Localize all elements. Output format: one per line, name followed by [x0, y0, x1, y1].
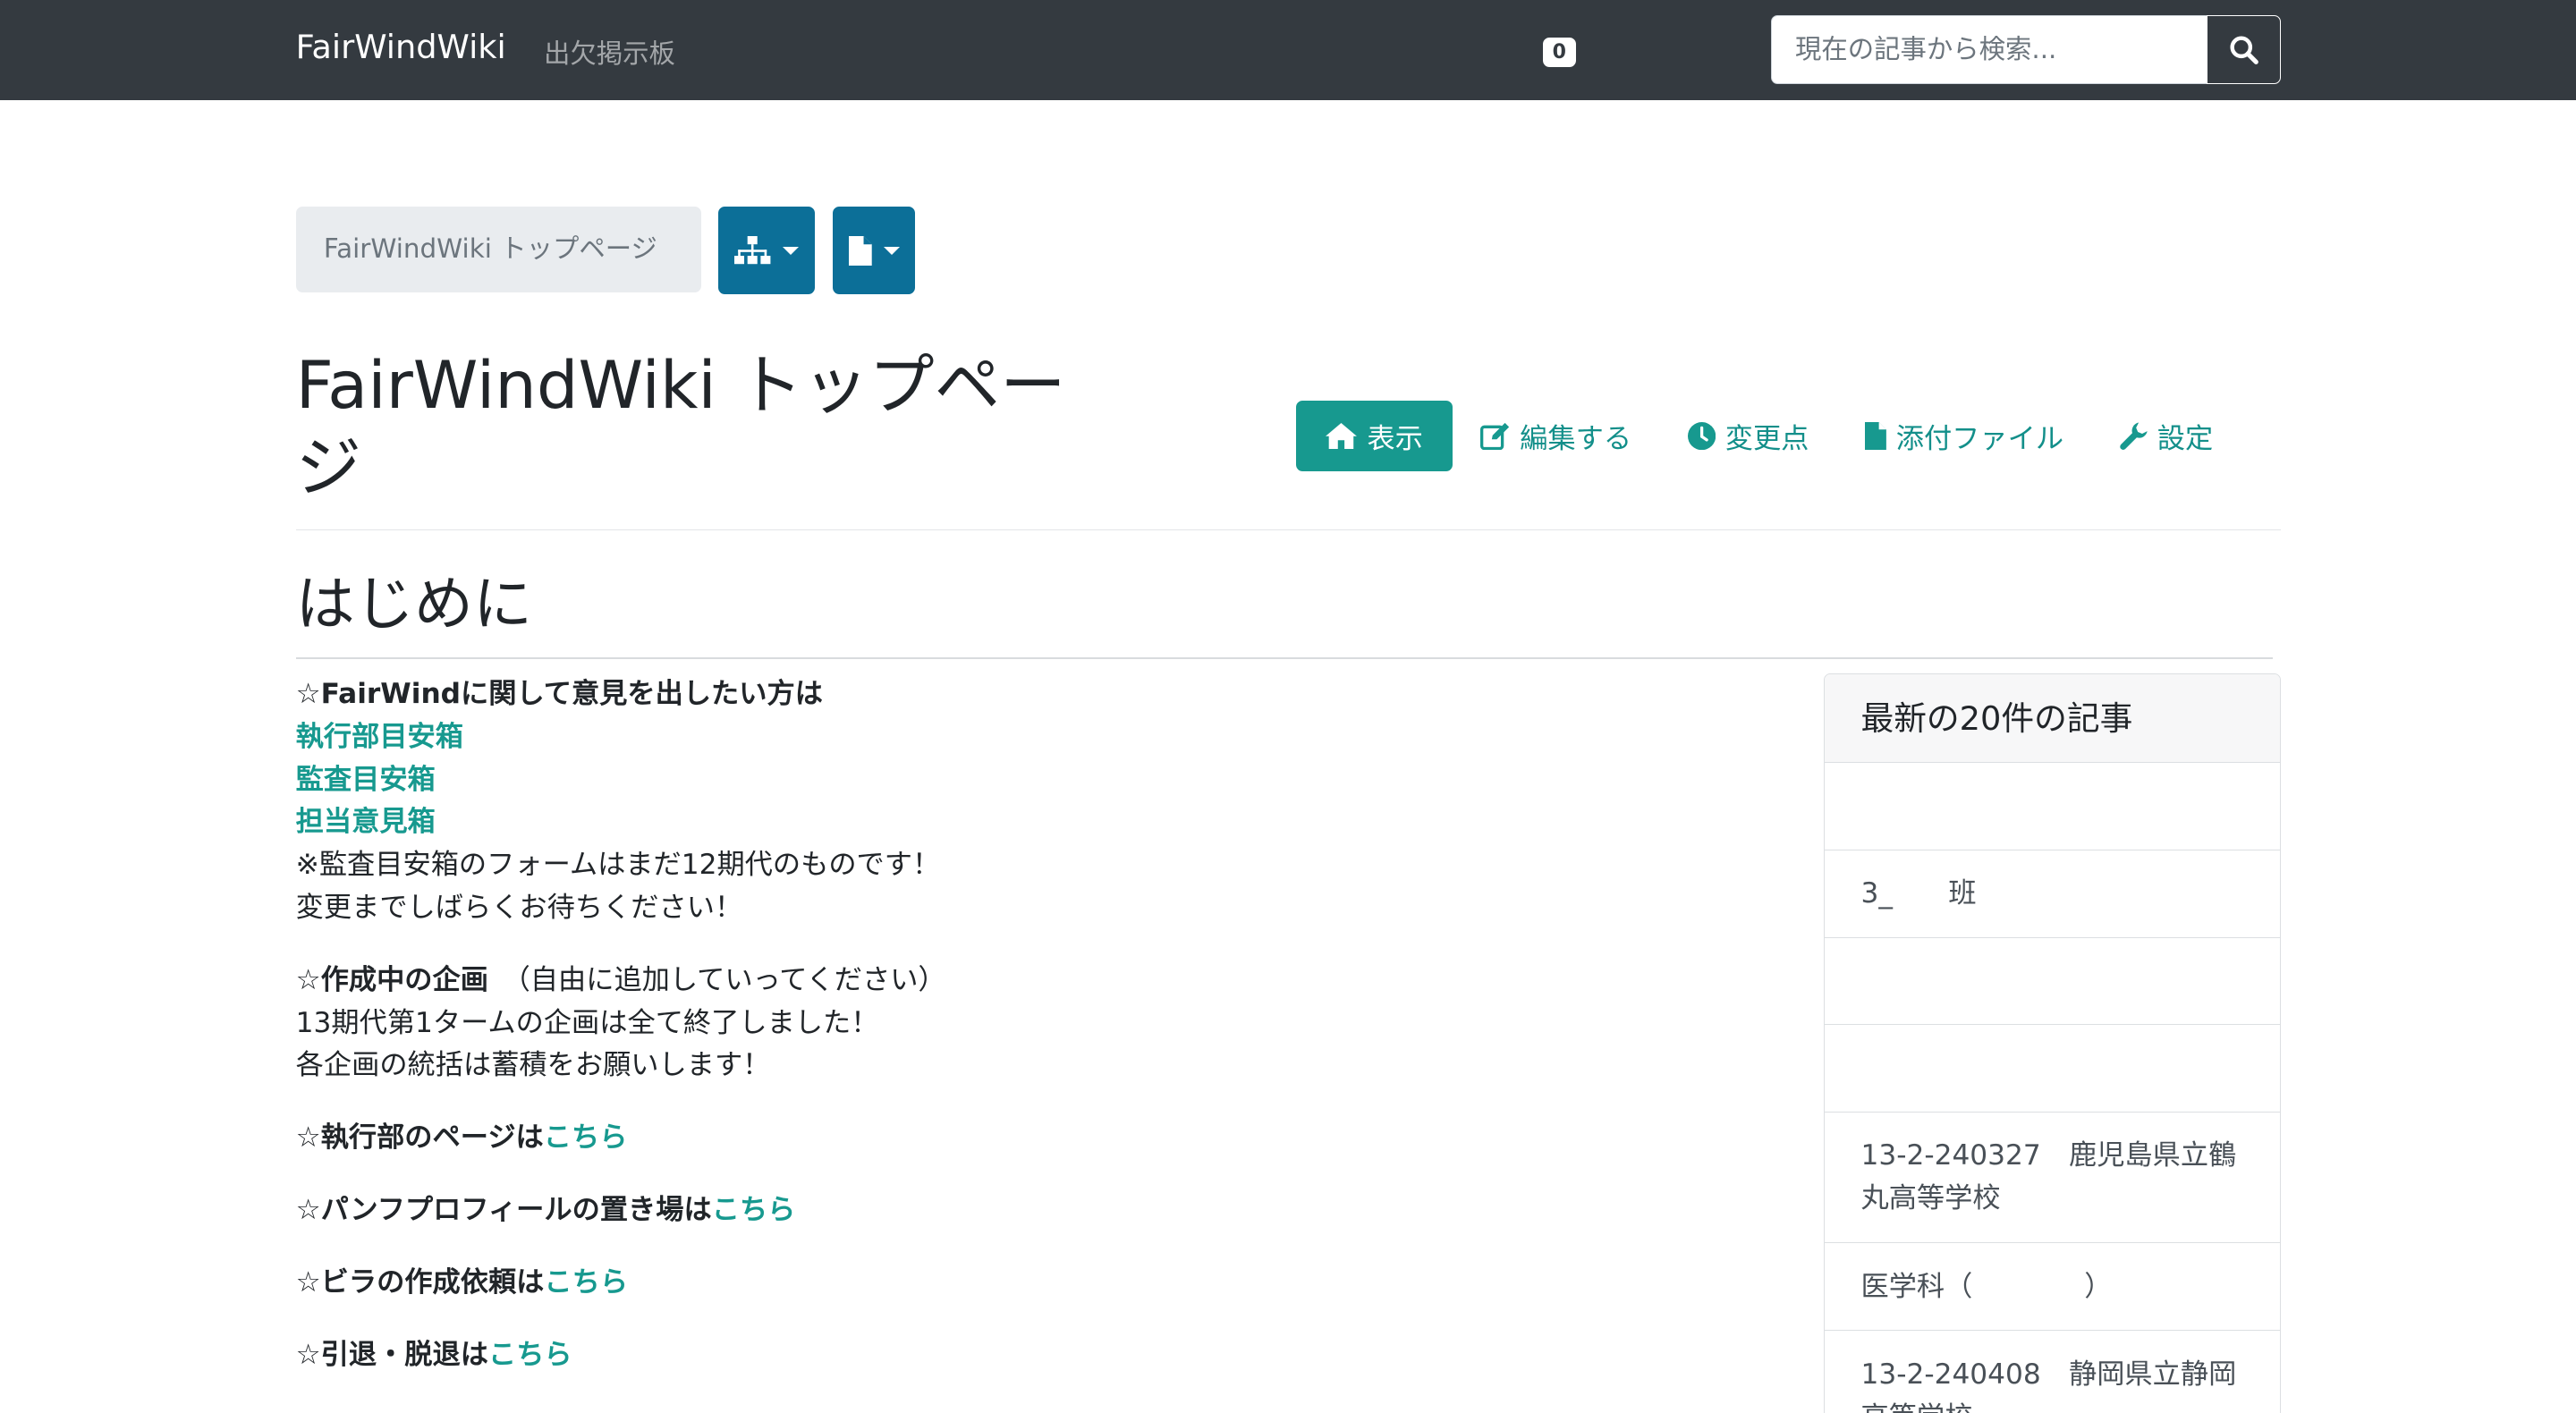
- page-file-dropdown-button[interactable]: [833, 207, 916, 294]
- plans-paragraph: ☆作成中の企画 （自由に追加していってください） 13期代第1タームの企画は全て…: [296, 960, 1775, 1087]
- brand-link[interactable]: FairWindWiki: [296, 28, 506, 66]
- retire-link[interactable]: こちら: [488, 1339, 572, 1371]
- edit-button[interactable]: 編集する: [1453, 401, 1659, 471]
- changes-label: 変更点: [1724, 423, 1809, 456]
- caret-down-icon: [782, 246, 799, 255]
- page-actions: 表示 編集する 変更点 添付ファイル 設定: [1296, 401, 2241, 472]
- caret-down-icon: [883, 246, 900, 255]
- plans-title: ☆作成中の企画: [295, 963, 488, 996]
- file-icon: [1864, 422, 1886, 451]
- retire-paragraph: ☆引退・脱退はこちら: [296, 1334, 1775, 1377]
- recent-article-item[interactable]: [1825, 763, 2280, 850]
- opinion-title: ☆FairWindに関して意見を出したい方は: [295, 678, 823, 711]
- edit-label: 編集する: [1520, 423, 1632, 456]
- wait-note: 変更までしばらくお待ちください！: [295, 891, 743, 924]
- home-icon: [1326, 423, 1358, 450]
- page-tree-dropdown-button[interactable]: [717, 207, 816, 294]
- profile-paragraph: ☆パンフプロフィールの置き場はこちら: [296, 1189, 1775, 1232]
- sitemap-icon: [734, 235, 771, 264]
- nav-link-attendance-board[interactable]: 出欠掲示板: [544, 33, 675, 71]
- recent-articles-card: 最新の20件の記事 3_ 班 13-2-240327 鹿児島県立鶴丸高等学校 医…: [1824, 673, 2281, 1413]
- recent-article-item[interactable]: 医学科（ ）: [1825, 1243, 2280, 1332]
- page-title: FairWindWiki トップページ: [295, 347, 1066, 506]
- article-body: ☆FairWindに関して意見を出したい方は 執行部目安箱 監査目安箱 担当意見…: [296, 673, 1775, 1406]
- profile-link[interactable]: こちら: [712, 1194, 796, 1226]
- search-form: [1771, 14, 2281, 84]
- opinion-paragraph: ☆FairWindに関して意見を出したい方は 執行部目安箱 監査目安箱 担当意見…: [296, 673, 1775, 930]
- flyer-link[interactable]: こちら: [544, 1266, 628, 1299]
- search-input[interactable]: [1771, 14, 2207, 84]
- title-divider: [295, 529, 2281, 531]
- flyer-text: ☆ビラの作成依頼は: [295, 1265, 545, 1299]
- view-label: 表示: [1367, 423, 1423, 456]
- flyer-paragraph: ☆ビラの作成依頼はこちら: [296, 1262, 1775, 1305]
- exec-page-text: ☆執行部のページは: [295, 1121, 544, 1155]
- retire-text: ☆引退・脱退は: [295, 1338, 488, 1371]
- exec-page-paragraph: ☆執行部のページはこちら: [296, 1117, 1775, 1160]
- profile-text: ☆パンフプロフィールの置き場は: [295, 1194, 712, 1226]
- search-button[interactable]: [2207, 14, 2281, 84]
- wrench-icon: [2119, 422, 2148, 451]
- edit-icon: [1480, 423, 1510, 451]
- recent-articles-title: 最新の20件の記事: [1825, 674, 2280, 764]
- section-divider: [295, 656, 2273, 659]
- top-navbar: FairWindWiki 出欠掲示板 0: [0, 0, 2576, 101]
- plans-line-1: 13期代第1タームの企画は全て終了しました！: [295, 1006, 879, 1039]
- breadcrumb-top-page[interactable]: FairWindWiki トップページ: [295, 207, 702, 292]
- settings-button[interactable]: 設定: [2091, 401, 2241, 471]
- recent-article-item[interactable]: 13-2-240408 静岡県立静岡高等学校: [1825, 1331, 2280, 1413]
- settings-label: 設定: [2157, 423, 2214, 456]
- recent-article-item[interactable]: [1825, 1025, 2280, 1113]
- recent-article-item[interactable]: 13-2-240327 鹿児島県立鶴丸高等学校: [1825, 1113, 2280, 1243]
- view-button[interactable]: 表示: [1296, 401, 1453, 472]
- clock-icon: [1687, 422, 1716, 451]
- form-note: ※監査目安箱のフォームはまだ12期代のものです！: [295, 849, 941, 882]
- attachments-button[interactable]: 添付ファイル: [1837, 401, 2092, 471]
- plans-note: （自由に追加していってください）: [487, 963, 946, 996]
- file-icon: [848, 235, 872, 266]
- staff-opinion-box-link[interactable]: 担当意見箱: [296, 801, 1775, 844]
- search-icon: [2230, 36, 2258, 64]
- recent-article-item[interactable]: [1825, 938, 2280, 1026]
- audit-opinion-box-link[interactable]: 監査目安箱: [296, 759, 1775, 802]
- notification-badge[interactable]: 0: [1542, 38, 1576, 68]
- section-heading: はじめに: [295, 569, 533, 639]
- changes-button[interactable]: 変更点: [1659, 401, 1836, 471]
- attachments-label: 添付ファイル: [1895, 423, 2064, 456]
- exec-opinion-box-link[interactable]: 執行部目安箱: [296, 716, 1775, 759]
- recent-article-item[interactable]: 3_ 班: [1825, 850, 2280, 939]
- plans-line-2: 各企画の統括は蓄積をお願いします！: [295, 1049, 771, 1082]
- exec-page-link[interactable]: こちら: [544, 1121, 628, 1154]
